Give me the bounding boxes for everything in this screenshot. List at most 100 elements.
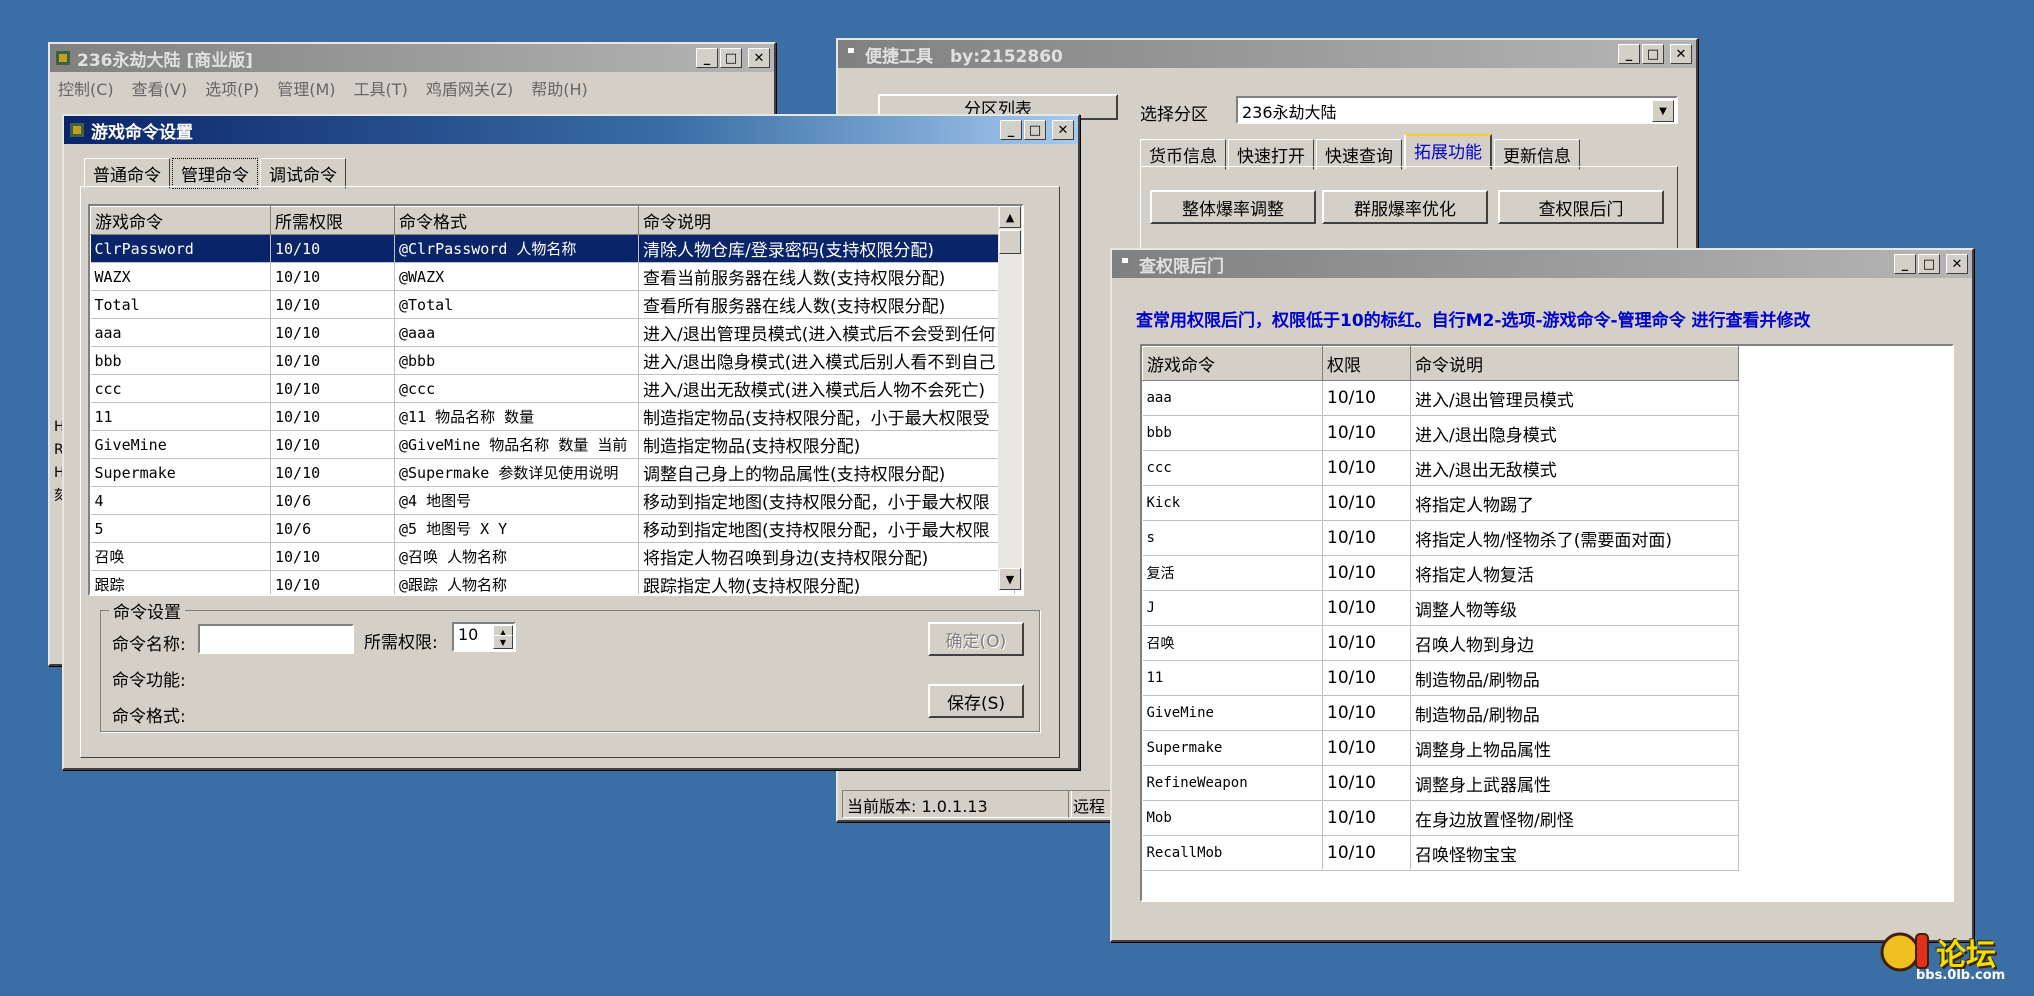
table-cell: Total xyxy=(90,290,271,319)
column-header[interactable]: 游戏命令 xyxy=(90,206,271,235)
menu-tools[interactable]: 工具(T) xyxy=(354,76,408,100)
table-row[interactable]: 4 10/6 @4 地图号 移动到指定地图(支持权限分配，小于最大权限 xyxy=(90,486,1015,515)
command-table-scrollbar[interactable]: ▲ ▼ xyxy=(998,206,1022,590)
version-status: 当前版本: 1.0.1.13 xyxy=(842,790,1072,818)
table-row[interactable]: 5 10/6 @5 地图号 X Y 移动到指定地图(支持权限分配，小于最大权限 xyxy=(90,514,1015,543)
table-row[interactable]: GiveMine 10/10 制造物品/刷物品 xyxy=(1142,695,1739,731)
scroll-thumb[interactable] xyxy=(999,230,1021,254)
column-header[interactable]: 所需权限 xyxy=(270,206,395,235)
command-name-input[interactable] xyxy=(198,624,354,654)
minimize-icon[interactable]: _ xyxy=(1000,120,1022,140)
table-cell: Kick xyxy=(1142,485,1323,521)
table-row[interactable]: aaa 10/10 @aaa 进入/退出管理员模式(进入模式后不会受到任何 xyxy=(90,318,1015,347)
table-row[interactable]: bbb 10/10 进入/退出隐身模式 xyxy=(1142,415,1739,451)
close-icon[interactable]: ✕ xyxy=(1670,44,1692,64)
check-backdoor-button[interactable]: 查权限后门 xyxy=(1498,190,1664,224)
table-row[interactable]: s 10/10 将指定人物/怪物杀了(需要面对面) xyxy=(1142,520,1739,556)
tab-debug-commands[interactable]: 调试命令 xyxy=(260,158,346,189)
column-header[interactable]: 权限 xyxy=(1322,346,1411,381)
table-cell: @Total xyxy=(394,290,639,319)
table-row[interactable]: Mob 10/10 在身边放置怪物/刷怪 xyxy=(1142,800,1739,836)
quick-tools-titlebar[interactable]: 便捷工具 by:2152860 _ □ ✕ xyxy=(838,40,1696,68)
table-row[interactable]: ccc 10/10 进入/退出无敌模式 xyxy=(1142,450,1739,486)
table-cell: 10/10 xyxy=(1322,625,1411,661)
scroll-up-icon[interactable]: ▲ xyxy=(999,206,1021,228)
minimize-icon[interactable]: _ xyxy=(1618,44,1640,64)
table-row[interactable]: aaa 10/10 进入/退出管理员模式 xyxy=(1142,380,1739,416)
table-cell: 制造物品/刷物品 xyxy=(1410,695,1739,731)
table-row[interactable]: Kick 10/10 将指定人物踢了 xyxy=(1142,485,1739,521)
table-row[interactable]: 11 10/10 @11 物品名称 数量 制造指定物品(支持权限分配，小于最大权限受 xyxy=(90,402,1015,431)
command-table: 游戏命令 所需权限 命令格式 命令说明 ClrPassword 10/10 @Clr… xyxy=(88,204,1024,596)
table-row[interactable]: Total 10/10 @Total 查看所有服务器在线人数(支持权限分配) xyxy=(90,290,1015,319)
table-row[interactable]: WAZX 10/10 @WAZX 查看当前服务器在线人数(支持权限分配) xyxy=(90,262,1015,291)
menu-manage[interactable]: 管理(M) xyxy=(277,76,335,100)
table-row[interactable]: 召唤 10/10 @召唤 人物名称 将指定人物召唤到身边(支持权限分配) xyxy=(90,542,1015,571)
table-row[interactable]: ccc 10/10 @ccc 进入/退出无敌模式(进入模式后人物不会死亡) xyxy=(90,374,1015,403)
spin-down-icon[interactable]: ▼ xyxy=(493,635,513,649)
table-row[interactable]: 11 10/10 制造物品/刷物品 xyxy=(1142,660,1739,696)
table-cell: 5 xyxy=(90,514,271,543)
required-permission-label: 所需权限: xyxy=(364,633,438,653)
minimize-icon[interactable]: _ xyxy=(1894,254,1916,274)
tab-normal-commands[interactable]: 普通命令 xyxy=(84,158,170,189)
minimize-icon[interactable]: _ xyxy=(696,48,718,68)
maximize-icon[interactable]: □ xyxy=(1918,254,1940,274)
overall-drop-rate-button[interactable]: 整体爆率调整 xyxy=(1150,190,1316,224)
column-header[interactable]: 命令说明 xyxy=(1410,346,1739,381)
close-icon[interactable]: ✕ xyxy=(1946,254,1968,274)
menu-help[interactable]: 帮助(H) xyxy=(531,76,588,100)
column-header[interactable]: 命令格式 xyxy=(394,206,639,235)
partition-select-value: 236永劫大陆 xyxy=(1242,103,1337,122)
table-row[interactable]: ClrPassword 10/10 @ClrPassword 人物名称 清除人物仓库/… xyxy=(90,234,1015,263)
table-row[interactable]: RefineWeapon 10/10 调整身上武器属性 xyxy=(1142,765,1739,801)
table-row[interactable]: 复活 10/10 将指定人物复活 xyxy=(1142,555,1739,591)
menu-control[interactable]: 控制(C) xyxy=(58,76,114,100)
main-window-titlebar[interactable]: 236永劫大陆 [商业版] _ □ ✕ xyxy=(50,44,774,72)
chevron-down-icon[interactable]: ▼ xyxy=(1652,100,1674,122)
column-header[interactable]: 命令说明 xyxy=(638,206,1015,235)
permission-spinner[interactable]: 10 ▲ ▼ xyxy=(452,622,516,652)
menu-gateway[interactable]: 鸡盾网关(Z) xyxy=(426,76,513,100)
table-row[interactable]: RecallMob 10/10 召唤怪物宝宝 xyxy=(1142,835,1739,871)
table-row[interactable]: Supermake 10/10 @Supermake 参数详见使用说明 调整自己身上的… xyxy=(90,458,1015,487)
maximize-icon[interactable]: □ xyxy=(1024,120,1046,140)
column-header[interactable]: 游戏命令 xyxy=(1142,346,1323,381)
close-icon[interactable]: ✕ xyxy=(1052,120,1074,140)
game-command-titlebar[interactable]: 游戏命令设置 _ □ ✕ xyxy=(64,116,1078,144)
table-cell: 查看所有服务器在线人数(支持权限分配) xyxy=(638,290,1015,319)
table-cell: @11 物品名称 数量 xyxy=(394,402,639,431)
table-header: 游戏命令 所需权限 命令格式 命令说明 xyxy=(90,206,1015,235)
table-cell: 10/10 xyxy=(270,542,395,571)
partition-select[interactable]: 236永劫大陆 ▼ xyxy=(1236,96,1678,124)
menu-view[interactable]: 查看(V) xyxy=(132,76,187,100)
table-row[interactable]: bbb 10/10 @bbb 进入/退出隐身模式(进入模式后别人看不到自己 xyxy=(90,346,1015,375)
save-button[interactable]: 保存(S) xyxy=(928,684,1024,718)
table-row[interactable]: 跟踪 10/10 @跟踪 人物名称 跟踪指定人物(支持权限分配) xyxy=(90,570,1015,594)
table-cell: 进入/退出无敌模式(进入模式后人物不会死亡) xyxy=(638,374,1015,403)
tool-icon xyxy=(842,45,860,63)
table-row[interactable]: J 10/10 调整人物等级 xyxy=(1142,590,1739,626)
table-cell: 10/10 xyxy=(270,346,395,375)
group-drop-rate-button[interactable]: 群服爆率优化 xyxy=(1322,190,1488,224)
table-row[interactable]: Supermake 10/10 调整身上物品属性 xyxy=(1142,730,1739,766)
table-cell: 制造物品/刷物品 xyxy=(1410,660,1739,696)
maximize-icon[interactable]: □ xyxy=(1642,44,1664,64)
close-icon[interactable]: ✕ xyxy=(748,48,770,68)
maximize-icon[interactable]: □ xyxy=(720,48,742,68)
menu-options[interactable]: 选项(P) xyxy=(205,76,259,100)
confirm-button[interactable]: 确定(O) xyxy=(928,622,1024,656)
scroll-down-icon[interactable]: ▼ xyxy=(999,568,1021,590)
tab-extensions[interactable]: 拓展功能 xyxy=(1404,134,1492,170)
table-cell: 进入/退出管理员模式(进入模式后不会受到任何 xyxy=(638,318,1015,347)
table-cell: 10/10 xyxy=(270,402,395,431)
table-cell: 10/10 xyxy=(1322,765,1411,801)
tab-admin-commands[interactable]: 管理命令 xyxy=(172,158,258,189)
table-cell: 制造指定物品(支持权限分配，小于最大权限受 xyxy=(638,402,1015,431)
table-cell: 10/10 xyxy=(1322,800,1411,836)
table-row[interactable]: 召唤 10/10 召唤人物到身边 xyxy=(1142,625,1739,661)
table-cell: 将指定人物踢了 xyxy=(1410,485,1739,521)
table-row[interactable]: GiveMine 10/10 @GiveMine 物品名称 数量 当前 制造指定物品(… xyxy=(90,430,1015,459)
table-cell: 清除人物仓库/登录密码(支持权限分配) xyxy=(638,234,1015,263)
permission-backdoor-titlebar[interactable]: 查权限后门 _ □ ✕ xyxy=(1112,250,1972,278)
